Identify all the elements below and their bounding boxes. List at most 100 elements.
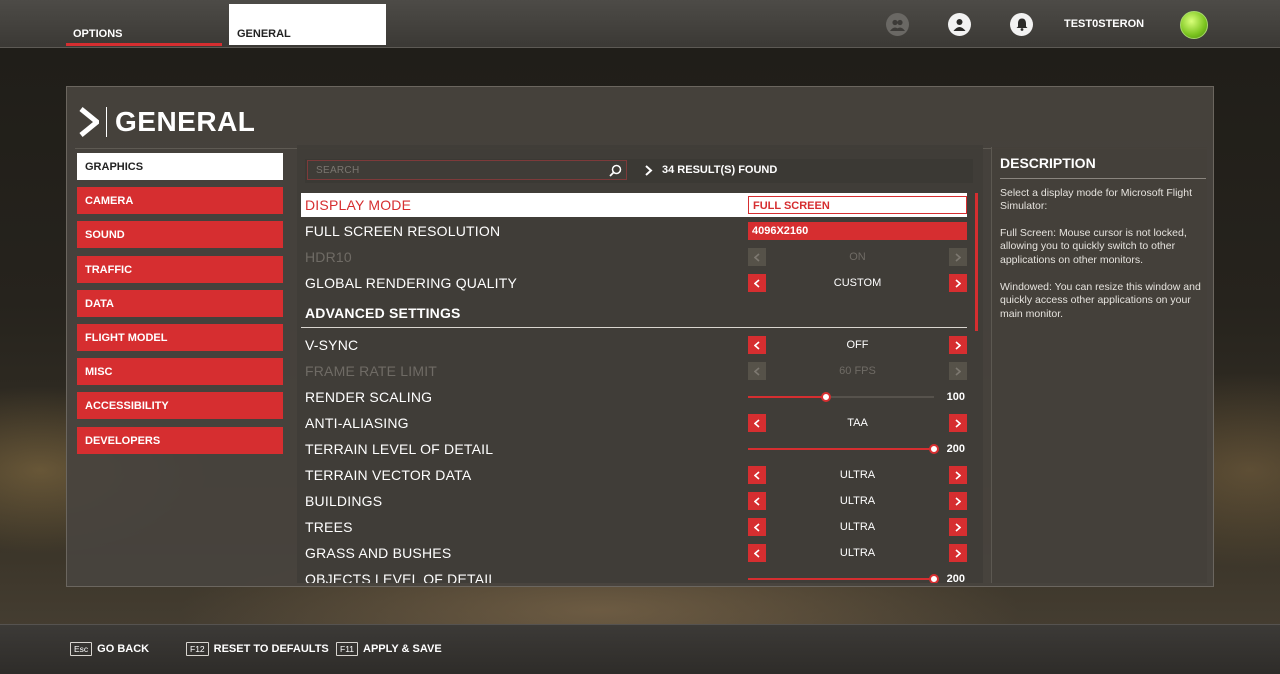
setting-global-rendering-quality[interactable]: GLOBAL RENDERING QUALITY CUSTOM — [301, 271, 967, 295]
setting-v-sync[interactable]: V-SYNC OFF — [301, 333, 967, 357]
setting-display-mode[interactable]: DISPLAY MODE FULL SCREEN — [301, 193, 967, 217]
description-text: Select a display mode for Microsoft Flig… — [1000, 187, 1192, 213]
render-scaling-slider[interactable]: 100 — [748, 388, 967, 406]
frame-rate-stepper: 60 FPS — [748, 362, 967, 380]
chevron-left-icon[interactable] — [748, 336, 766, 354]
setting-full-screen-resolution[interactable]: FULL SCREEN RESOLUTION 4096X2160 — [301, 219, 967, 243]
chevron-right-icon[interactable] — [949, 518, 967, 536]
key-hint: F12 — [186, 642, 209, 656]
avatar[interactable] — [1180, 11, 1208, 39]
section-advanced-settings: ADVANCED SETTINGS — [301, 301, 967, 325]
sidebar-item-developers[interactable]: DEVELOPERS — [77, 426, 283, 454]
search-input[interactable]: SEARCH — [307, 160, 627, 180]
setting-label: RENDER SCALING — [305, 389, 433, 405]
chevron-right-icon[interactable] — [949, 414, 967, 432]
button-label: GO BACK — [97, 643, 150, 655]
stepper-value: ULTRA — [839, 547, 876, 559]
chevron-left-icon[interactable] — [748, 518, 766, 536]
setting-label: HDR10 — [305, 249, 352, 265]
bottom-bar: Esc GO BACK F12 RESET TO DEFAULTS F11 AP… — [0, 624, 1280, 674]
chevron-right-icon[interactable] — [949, 492, 967, 510]
sidebar-item-sound[interactable]: SOUND — [77, 221, 283, 249]
chevron-right-icon — [645, 164, 653, 176]
sidebar-item-accessibility[interactable]: ACCESSIBILITY — [77, 392, 283, 420]
sidebar-item-misc[interactable]: MISC — [77, 358, 283, 386]
setting-label: TERRAIN LEVEL OF DETAIL — [305, 441, 494, 457]
chevron-right-icon — [949, 248, 967, 266]
apply-save-button[interactable]: F11 APPLY & SAVE — [336, 642, 442, 656]
tab-options[interactable]: OPTIONS — [66, 4, 222, 46]
vsync-stepper: OFF — [748, 336, 967, 354]
stepper-value: CUSTOM — [833, 277, 882, 289]
results-count: 34 RESULT(S) FOUND — [645, 164, 777, 176]
display-mode-dropdown[interactable]: FULL SCREEN — [748, 196, 967, 214]
chevron-left-icon[interactable] — [748, 466, 766, 484]
button-label: RESET TO DEFAULTS — [213, 643, 329, 655]
setting-frame-rate-limit: FRAME RATE LIMIT 60 FPS — [301, 359, 967, 383]
search-icon[interactable] — [609, 164, 622, 177]
sidebar-item-graphics[interactable]: GRAPHICS — [77, 153, 283, 180]
setting-label: V-SYNC — [305, 337, 359, 353]
setting-grass-and-bushes[interactable]: GRASS AND BUSHES ULTRA — [301, 541, 967, 565]
description-pane: DESCRIPTION Select a display mode for Mi… — [991, 147, 1207, 583]
setting-label: BUILDINGS — [305, 493, 383, 509]
terrain-lod-slider[interactable]: 200 — [748, 440, 967, 458]
key-hint: Esc — [70, 642, 93, 656]
description-title: DESCRIPTION — [1000, 155, 1096, 171]
tab-general[interactable]: GENERAL — [229, 4, 386, 45]
quality-stepper: CUSTOM — [748, 274, 967, 292]
stepper-value: ON — [849, 251, 866, 263]
slider-handle[interactable] — [929, 574, 939, 583]
setting-label: TREES — [305, 519, 353, 535]
description-text: Windowed: You can resize this window and… — [1000, 281, 1201, 320]
friends-icon-glyph — [890, 19, 905, 31]
slider-handle[interactable] — [929, 444, 939, 454]
tab-general-label: GENERAL — [237, 28, 291, 40]
sidebar-item-camera[interactable]: CAMERA — [77, 187, 283, 215]
objects-lod-slider[interactable]: 200 — [748, 570, 967, 583]
grass-stepper: ULTRA — [748, 544, 967, 562]
setting-anti-aliasing[interactable]: ANTI-ALIASING TAA — [301, 411, 967, 435]
chevron-left-icon[interactable] — [748, 274, 766, 292]
setting-terrain-lod[interactable]: TERRAIN LEVEL OF DETAIL 200 — [301, 437, 967, 461]
chevron-left-icon[interactable] — [748, 414, 766, 432]
sidebar-item-flight-model[interactable]: FLIGHT MODEL — [77, 323, 283, 351]
sidebar-item-traffic[interactable]: TRAFFIC — [77, 255, 283, 283]
slider-value: 200 — [946, 573, 965, 583]
setting-terrain-vector-data[interactable]: TERRAIN VECTOR DATA ULTRA — [301, 463, 967, 487]
tab-options-underline — [66, 43, 222, 46]
setting-buildings[interactable]: BUILDINGS ULTRA — [301, 489, 967, 513]
setting-trees[interactable]: TREES ULTRA — [301, 515, 967, 539]
chevron-right-icon[interactable] — [949, 336, 967, 354]
chevron-right-icon[interactable] — [949, 544, 967, 562]
slider-handle[interactable] — [821, 392, 832, 402]
setting-objects-lod[interactable]: OBJECTS LEVEL OF DETAIL 200 — [301, 567, 967, 583]
section-divider — [301, 327, 967, 328]
friends-icon[interactable] — [886, 13, 909, 36]
settings-pane: SEARCH 34 RESULT(S) FOUND DISPLAY MODE F… — [297, 145, 983, 583]
setting-label: TERRAIN VECTOR DATA — [305, 467, 472, 483]
resolution-dropdown[interactable]: 4096X2160 — [748, 222, 967, 240]
notifications-icon[interactable] — [1010, 13, 1033, 36]
chevron-right-icon[interactable] — [949, 466, 967, 484]
stepper-value: ULTRA — [839, 521, 876, 533]
go-back-button[interactable]: Esc GO BACK — [70, 642, 149, 656]
chevron-right-icon — [79, 106, 99, 137]
options-panel: GENERAL GRAPHICS CAMERA SOUND TRAFFIC DA… — [66, 86, 1214, 587]
chevron-left-icon[interactable] — [748, 544, 766, 562]
button-label: APPLY & SAVE — [363, 643, 442, 655]
header-divider — [106, 106, 107, 137]
sidebar-item-data[interactable]: DATA — [77, 289, 283, 317]
search-row: SEARCH 34 RESULT(S) FOUND — [305, 159, 973, 183]
stepper-value: TAA — [847, 417, 868, 429]
chevron-left-icon[interactable] — [748, 492, 766, 510]
profile-icon[interactable] — [948, 13, 971, 36]
chevron-right-icon[interactable] — [949, 274, 967, 292]
page-header: GENERAL — [75, 95, 1207, 149]
stepper-value: 60 FPS — [839, 365, 876, 377]
setting-render-scaling[interactable]: RENDER SCALING 100 — [301, 385, 967, 409]
reset-defaults-button[interactable]: F12 RESET TO DEFAULTS — [186, 642, 329, 656]
slider-value: 100 — [946, 391, 965, 403]
bell-icon-glyph — [1016, 18, 1027, 31]
scrollbar-thumb[interactable] — [975, 193, 978, 331]
